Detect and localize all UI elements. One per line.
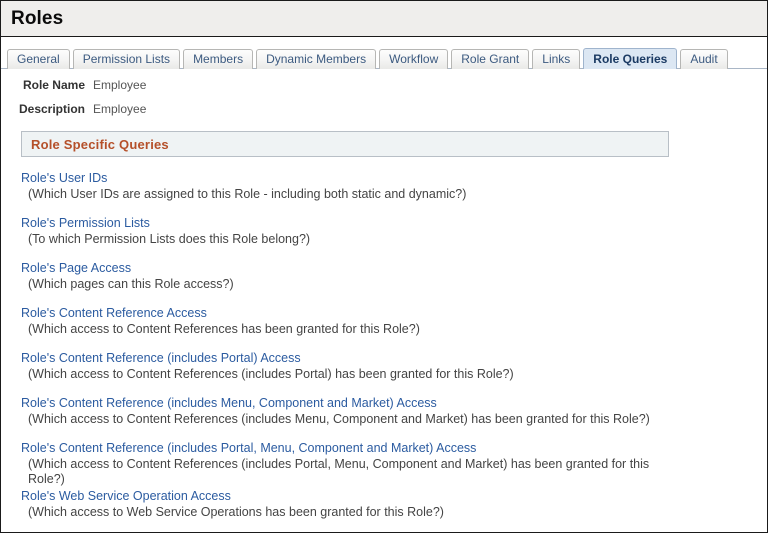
query-item: Role's Web Service Operation Access (Whic…: [21, 487, 767, 520]
query-link[interactable]: Role's Permission Lists: [21, 216, 150, 231]
query-description: (Which access to Content References (inc…: [28, 457, 650, 486]
field-label: Role Name: [22, 78, 85, 92]
tab-strip: General Permission Lists Members Dynamic Me…: [1, 37, 767, 69]
query-item: Role's Content Reference (includes Porta…: [21, 439, 767, 487]
query-description: (Which pages can this Role access?): [28, 277, 234, 291]
query-link[interactable]: Role's User IDs: [21, 171, 107, 186]
tab-workflow[interactable]: Workflow: [379, 49, 449, 69]
tab-dynamic-members[interactable]: Dynamic Members: [256, 49, 377, 69]
field-row: Description Employee: [1, 102, 767, 126]
query-item: Role's Content Reference (includes Menu,…: [21, 394, 767, 427]
query-item: Role's Content Reference Access (Which ac…: [21, 304, 767, 337]
query-link[interactable]: Role's Content Reference (includes Porta…: [21, 441, 476, 456]
tab-audit[interactable]: Audit: [680, 49, 728, 69]
field-row: Role Name Employee: [1, 78, 767, 102]
query-description: (Which access to Content References (inc…: [28, 367, 514, 381]
section-title: Role Specific Queries: [31, 136, 169, 152]
query-link[interactable]: Role's Content Reference Access: [21, 306, 207, 321]
tab-role-grant[interactable]: Role Grant: [451, 49, 530, 69]
query-description: (Which User IDs are assigned to this Rol…: [28, 187, 467, 201]
query-description: (Which access to Content References (inc…: [28, 412, 650, 426]
tab-permission-lists[interactable]: Permission Lists: [72, 49, 181, 69]
query-link[interactable]: Role's Page Access: [21, 261, 131, 276]
tab-general[interactable]: General: [7, 49, 70, 69]
field-label: Description: [18, 102, 85, 116]
query-link[interactable]: Role's Content Reference (includes Menu,…: [21, 396, 437, 411]
tab-links[interactable]: Links: [532, 49, 581, 69]
query-item: Role's Page Access (Which pages can this …: [21, 259, 767, 292]
query-description: (To which Permission Lists does this Rol…: [28, 232, 311, 246]
query-item: Role's User IDs (Which User IDs are assig…: [21, 169, 767, 202]
field-list: Role Name Employee Description Employee: [1, 69, 767, 126]
query-item: Role's Permission Lists (To which Permiss…: [21, 214, 767, 247]
section-header-box: Role Specific Queries: [21, 131, 669, 157]
query-description: (Which access to Web Service Operations …: [28, 505, 444, 519]
query-link-list: Role's User IDs (Which User IDs are assig…: [1, 169, 767, 520]
query-link[interactable]: Role's Web Service Operation Access: [21, 489, 231, 504]
query-link[interactable]: Role's Content Reference (includes Porta…: [21, 351, 301, 366]
field-value: Employee: [93, 102, 147, 116]
query-item: Role's Content Reference (includes Porta…: [21, 349, 767, 382]
tab-members[interactable]: Members: [183, 49, 254, 69]
query-description: (Which access to Content References has …: [28, 322, 420, 336]
roles-page: Roles General Permission Lists Members Dyna…: [0, 0, 768, 533]
tab-role-queries[interactable]: Role Queries: [583, 48, 678, 69]
field-value: Employee: [93, 78, 147, 92]
title-bar: Roles: [1, 0, 767, 37]
page-title: Roles: [11, 7, 64, 29]
